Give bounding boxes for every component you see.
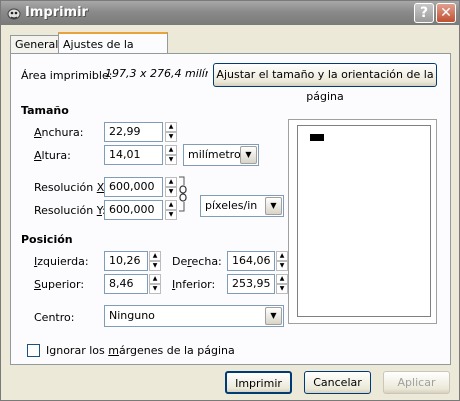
spin-up-icon[interactable]: ▲ — [165, 145, 177, 155]
right-spinner[interactable]: ▲ ▼ — [276, 251, 288, 271]
width-field[interactable]: 22,99 — [104, 122, 163, 142]
cancel-button[interactable]: Cancelar — [304, 371, 371, 394]
printer-icon — [7, 8, 21, 20]
bottom-field[interactable]: 253,95 — [227, 274, 275, 294]
spin-up-icon[interactable]: ▲ — [149, 274, 161, 284]
spin-down-icon[interactable]: ▼ — [165, 132, 177, 142]
size-unit-select[interactable]: milímetros ▼ — [183, 144, 259, 166]
ignore-margins-label[interactable]: Ignorar los márgenes de la página — [46, 344, 235, 357]
resolution-y-label: Resolución Y: — [34, 204, 106, 217]
spin-up-icon[interactable]: ▲ — [276, 274, 288, 284]
chevron-down-icon[interactable]: ▼ — [240, 146, 257, 164]
print-dialog: Imprimir ? ✕ General Ajustes de la image… — [0, 0, 460, 401]
apply-button[interactable]: Aplicar — [383, 371, 450, 394]
adjust-page-button[interactable]: Ajustar el tamaño y la orientación de la… — [213, 63, 437, 103]
left-field[interactable]: 10,26 — [104, 251, 148, 271]
preview-page — [297, 125, 431, 317]
top-field[interactable]: 8,46 — [104, 274, 148, 294]
spin-up-icon[interactable]: ▲ — [165, 200, 177, 210]
height-spinner[interactable]: ▲ ▼ — [165, 145, 177, 165]
window-title: Imprimir — [25, 5, 88, 20]
spin-down-icon[interactable]: ▼ — [165, 187, 177, 197]
center-value: Ninguno — [109, 309, 155, 322]
height-field[interactable]: 14,01 — [104, 145, 163, 165]
left-spinner[interactable]: ▲ ▼ — [149, 251, 161, 271]
spin-down-icon[interactable]: ▼ — [276, 284, 288, 294]
spin-down-icon[interactable]: ▼ — [149, 284, 161, 294]
resolution-unit-value: píxeles/in — [205, 199, 258, 212]
help-button[interactable]: ? — [414, 3, 434, 23]
size-unit-value: milímetros — [188, 148, 247, 161]
printable-area-value: 197,3 x 276,4 milímetros — [105, 67, 208, 80]
spin-up-icon[interactable]: ▲ — [165, 122, 177, 132]
spin-down-icon[interactable]: ▼ — [276, 261, 288, 271]
width-spinner[interactable]: ▲ ▼ — [165, 122, 177, 142]
spin-down-icon[interactable]: ▼ — [149, 261, 161, 271]
tab-image-settings[interactable]: Ajustes de la imagen — [58, 32, 168, 72]
chevron-down-icon[interactable]: ▼ — [265, 307, 282, 325]
height-label: Altura: — [34, 149, 71, 162]
printable-area-label: Área imprimible: — [21, 69, 113, 82]
spin-up-icon[interactable]: ▲ — [149, 251, 161, 261]
resolution-unit-select[interactable]: píxeles/in ▼ — [200, 195, 284, 217]
top-label: Superior: — [34, 278, 85, 291]
width-label: Anchura: — [34, 126, 84, 139]
spin-up-icon[interactable]: ▲ — [165, 177, 177, 187]
bottom-spinner[interactable]: ▲ ▼ — [276, 274, 288, 294]
chain-link-icon[interactable] — [178, 173, 188, 215]
top-spinner[interactable]: ▲ ▼ — [149, 274, 161, 294]
resolution-x-field[interactable]: 600,000 — [104, 177, 163, 197]
ignore-margins-checkbox[interactable] — [27, 344, 40, 357]
resolution-x-label: Resolución X: — [34, 181, 108, 194]
resolution-x-spinner[interactable]: ▲ ▼ — [165, 177, 177, 197]
tab-general[interactable]: General — [10, 35, 59, 54]
spin-down-icon[interactable]: ▼ — [165, 155, 177, 165]
chevron-down-icon[interactable]: ▼ — [265, 197, 282, 215]
spin-down-icon[interactable]: ▼ — [165, 210, 177, 220]
resolution-y-spinner[interactable]: ▲ ▼ — [165, 200, 177, 220]
size-heading: Tamaño — [21, 104, 69, 117]
right-field[interactable]: 164,06 — [227, 251, 275, 271]
right-label: Derecha: — [172, 255, 222, 268]
preview-image[interactable] — [310, 134, 324, 141]
spin-up-icon[interactable]: ▲ — [276, 251, 288, 261]
resolution-y-field[interactable]: 600,000 — [104, 200, 163, 220]
position-heading: Posición — [21, 233, 73, 246]
close-button[interactable]: ✕ — [436, 3, 456, 23]
title-bar[interactable]: Imprimir ? ✕ — [1, 1, 459, 25]
bottom-label: Inferior: — [172, 278, 216, 291]
left-label: Izquierda: — [34, 255, 89, 268]
center-label: Centro: — [34, 311, 75, 324]
print-button[interactable]: Imprimir — [225, 371, 292, 394]
center-select[interactable]: Ninguno ▼ — [104, 305, 284, 327]
